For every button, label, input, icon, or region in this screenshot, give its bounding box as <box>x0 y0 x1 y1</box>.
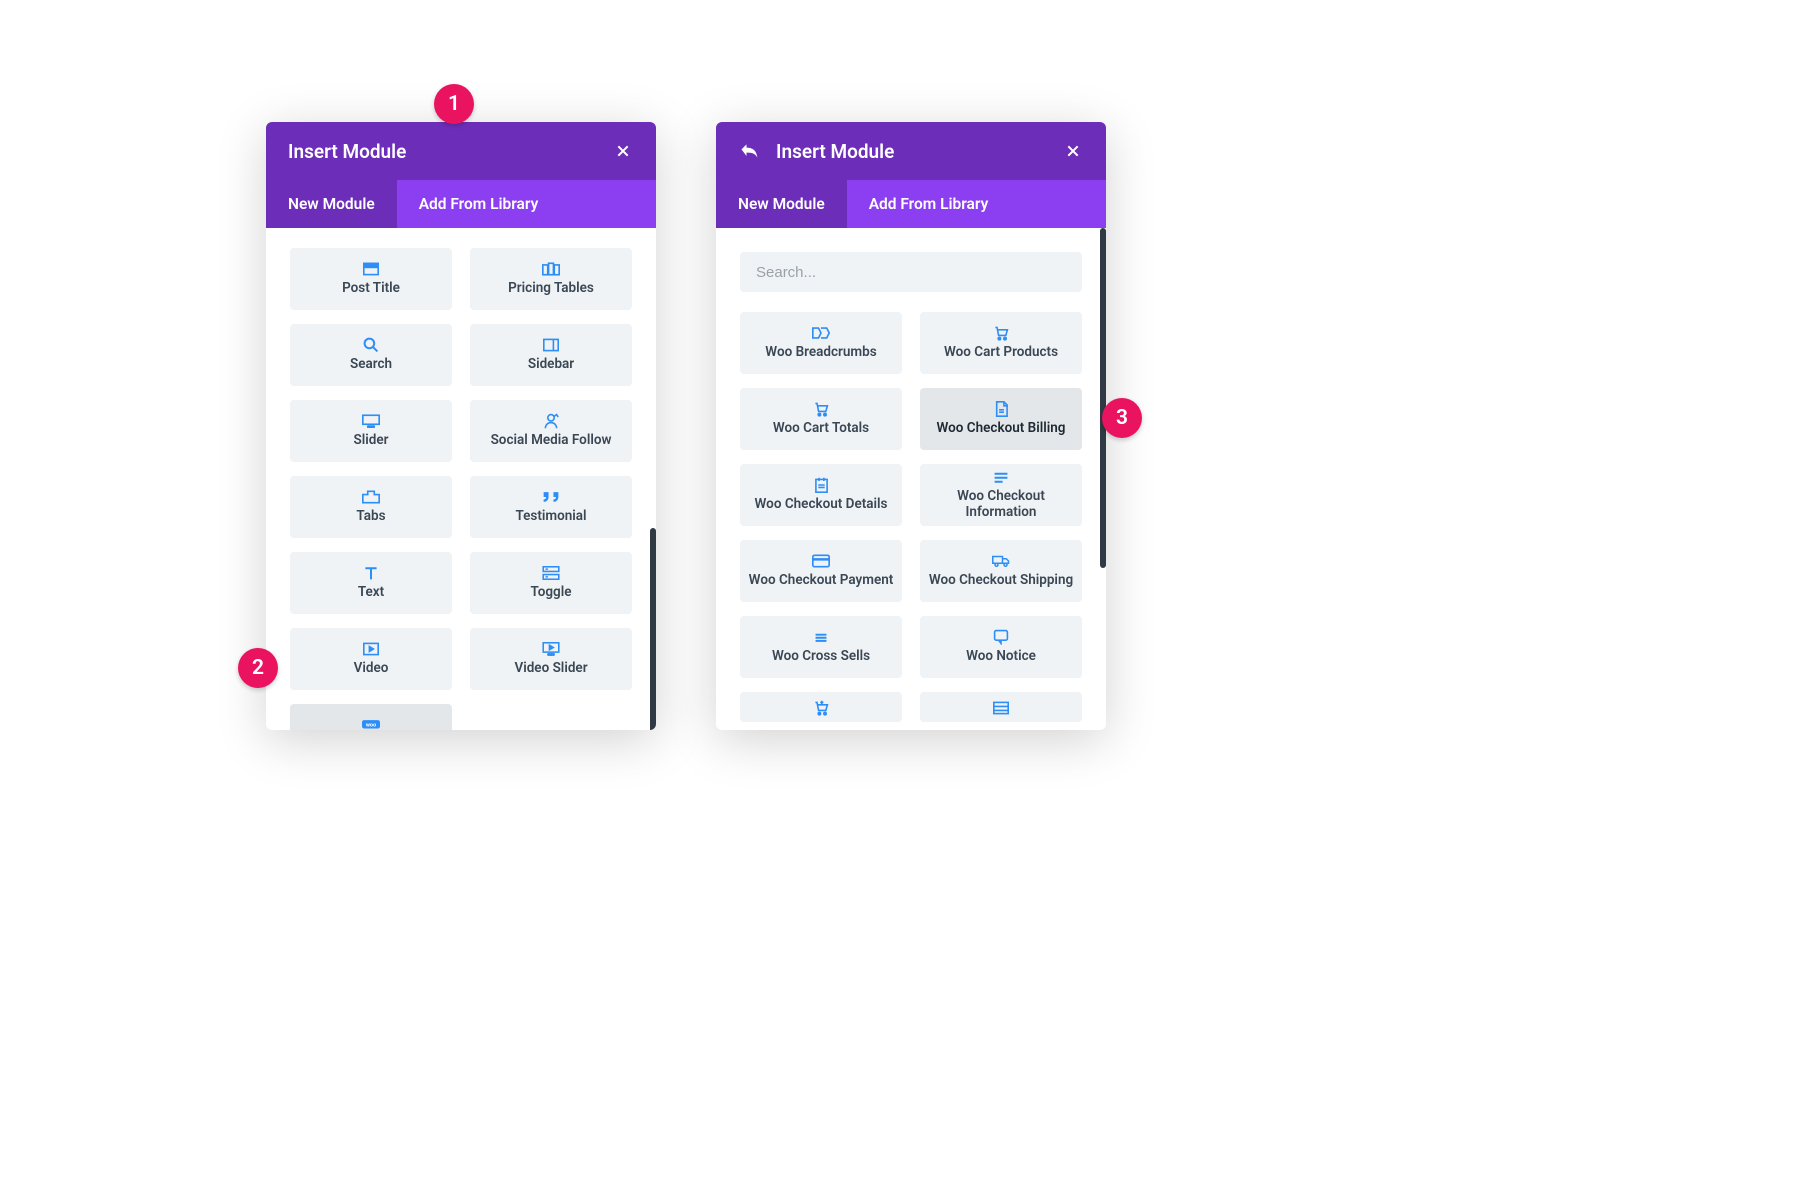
module-item[interactable]: Woo Checkout Payment <box>740 540 902 602</box>
cart-icon <box>812 401 830 417</box>
cross-icon <box>812 629 830 645</box>
modal-title: Insert Module <box>776 140 1062 163</box>
module-label: Woo Checkout Information <box>924 489 1078 520</box>
cart-add-icon <box>812 700 830 716</box>
module-label: Woo Checkout Payment <box>749 573 894 589</box>
module-label: Woo Checkout Shipping <box>929 573 1073 589</box>
module-item[interactable]: wooWoo Modules <box>290 704 452 730</box>
slider-icon <box>362 413 380 429</box>
shipping-icon <box>992 553 1010 569</box>
module-label: Tabs <box>356 509 385 525</box>
module-item[interactable]: Woo Checkout Details <box>740 464 902 526</box>
payment-icon <box>812 553 830 569</box>
module-label: Woo Cross Sells <box>772 649 870 665</box>
module-item[interactable]: Woo Cross Sells <box>740 616 902 678</box>
module-item[interactable] <box>740 692 902 722</box>
sidebar-icon <box>542 337 560 353</box>
insert-module-modal-right: Insert Module New Module Add From Librar… <box>716 122 1106 730</box>
text-icon <box>362 565 380 581</box>
module-item[interactable]: Text <box>290 552 452 614</box>
search-input[interactable] <box>740 252 1082 292</box>
module-item[interactable]: Woo Checkout Shipping <box>920 540 1082 602</box>
back-icon[interactable] <box>738 140 760 162</box>
module-item[interactable]: Post Title <box>290 248 452 310</box>
module-label: Woo Breadcrumbs <box>765 345 876 361</box>
svg-text:woo: woo <box>366 723 376 729</box>
module-label: Woo Notice <box>966 649 1036 665</box>
social-icon <box>542 413 560 429</box>
woo-icon: woo <box>362 717 380 730</box>
modal-title: Insert Module <box>288 140 612 163</box>
module-item[interactable]: Social Media Follow <box>470 400 632 462</box>
tabs-icon <box>362 489 380 505</box>
module-label: Social Media Follow <box>491 433 612 449</box>
cart-icon <box>992 325 1010 341</box>
module-label: Pricing Tables <box>508 281 594 297</box>
list-icon <box>992 700 1010 716</box>
module-label: Sidebar <box>528 357 574 373</box>
tab-add-from-library[interactable]: Add From Library <box>397 180 561 228</box>
module-label: Text <box>358 585 384 601</box>
quote-icon <box>542 489 560 505</box>
module-label: Search <box>350 357 392 373</box>
video-slider-icon <box>542 641 560 657</box>
billing-icon <box>992 401 1010 417</box>
insert-module-modal-left: Insert Module New Module Add From Librar… <box>266 122 656 730</box>
video-icon <box>362 641 380 657</box>
annotation-badge-1: 1 <box>434 84 474 124</box>
module-item[interactable]: Tabs <box>290 476 452 538</box>
modal-tabs: New Module Add From Library <box>266 180 656 228</box>
module-item[interactable] <box>920 692 1082 722</box>
module-grid: Post Title Pricing Tables Search Sidebar Sli… <box>290 228 632 730</box>
module-item[interactable]: Woo Cart Totals <box>740 388 902 450</box>
module-item[interactable]: Testimonial <box>470 476 632 538</box>
breadcrumbs-icon <box>812 325 830 341</box>
module-item[interactable]: Video <box>290 628 452 690</box>
module-label: Woo Cart Totals <box>773 421 869 437</box>
close-icon[interactable] <box>1062 140 1084 162</box>
post-title-icon <box>362 261 380 277</box>
module-label: Video <box>354 661 389 677</box>
tab-new-module[interactable]: New Module <box>266 180 397 228</box>
module-label: Video Slider <box>514 661 587 677</box>
close-icon[interactable] <box>612 140 634 162</box>
scrollbar[interactable] <box>1100 228 1106 568</box>
search-icon <box>362 337 380 353</box>
module-item[interactable]: Woo Notice <box>920 616 1082 678</box>
stage: 1 2 3 Insert Module New Module Add From … <box>0 0 1800 1182</box>
module-grid: Woo Breadcrumbs Woo Cart Products Woo Cart… <box>740 292 1082 722</box>
scrollbar[interactable] <box>650 528 656 730</box>
module-item[interactable]: Slider <box>290 400 452 462</box>
module-label: Slider <box>354 433 389 449</box>
tab-add-from-library[interactable]: Add From Library <box>847 180 1011 228</box>
module-item[interactable]: Video Slider <box>470 628 632 690</box>
module-item[interactable]: Woo Breadcrumbs <box>740 312 902 374</box>
pricing-tables-icon <box>542 261 560 277</box>
modal-tabs: New Module Add From Library <box>716 180 1106 228</box>
module-item[interactable]: Woo Checkout Information <box>920 464 1082 526</box>
module-item[interactable]: Woo Checkout Billing <box>920 388 1082 450</box>
modal-content: Post Title Pricing Tables Search Sidebar Sli… <box>266 228 656 730</box>
modal-header: Insert Module <box>266 122 656 180</box>
module-item[interactable]: Sidebar <box>470 324 632 386</box>
module-label: Post Title <box>342 281 400 297</box>
module-label: Woo Checkout Billing <box>937 421 1066 437</box>
module-item[interactable]: Woo Cart Products <box>920 312 1082 374</box>
module-item[interactable]: Search <box>290 324 452 386</box>
annotation-badge-3: 3 <box>1102 398 1142 438</box>
modal-header: Insert Module <box>716 122 1106 180</box>
module-item[interactable]: Toggle <box>470 552 632 614</box>
module-label: Woo Cart Products <box>944 345 1058 361</box>
info-icon <box>992 469 1010 485</box>
tab-new-module[interactable]: New Module <box>716 180 847 228</box>
annotation-badge-2: 2 <box>238 648 278 688</box>
module-item[interactable]: Pricing Tables <box>470 248 632 310</box>
module-label: Woo Checkout Details <box>755 497 888 513</box>
toggle-icon <box>542 565 560 581</box>
module-label: Testimonial <box>515 509 586 525</box>
modal-content: Woo Breadcrumbs Woo Cart Products Woo Cart… <box>716 228 1106 730</box>
notice-icon <box>992 629 1010 645</box>
details-icon <box>812 477 830 493</box>
module-label: Toggle <box>530 585 571 601</box>
